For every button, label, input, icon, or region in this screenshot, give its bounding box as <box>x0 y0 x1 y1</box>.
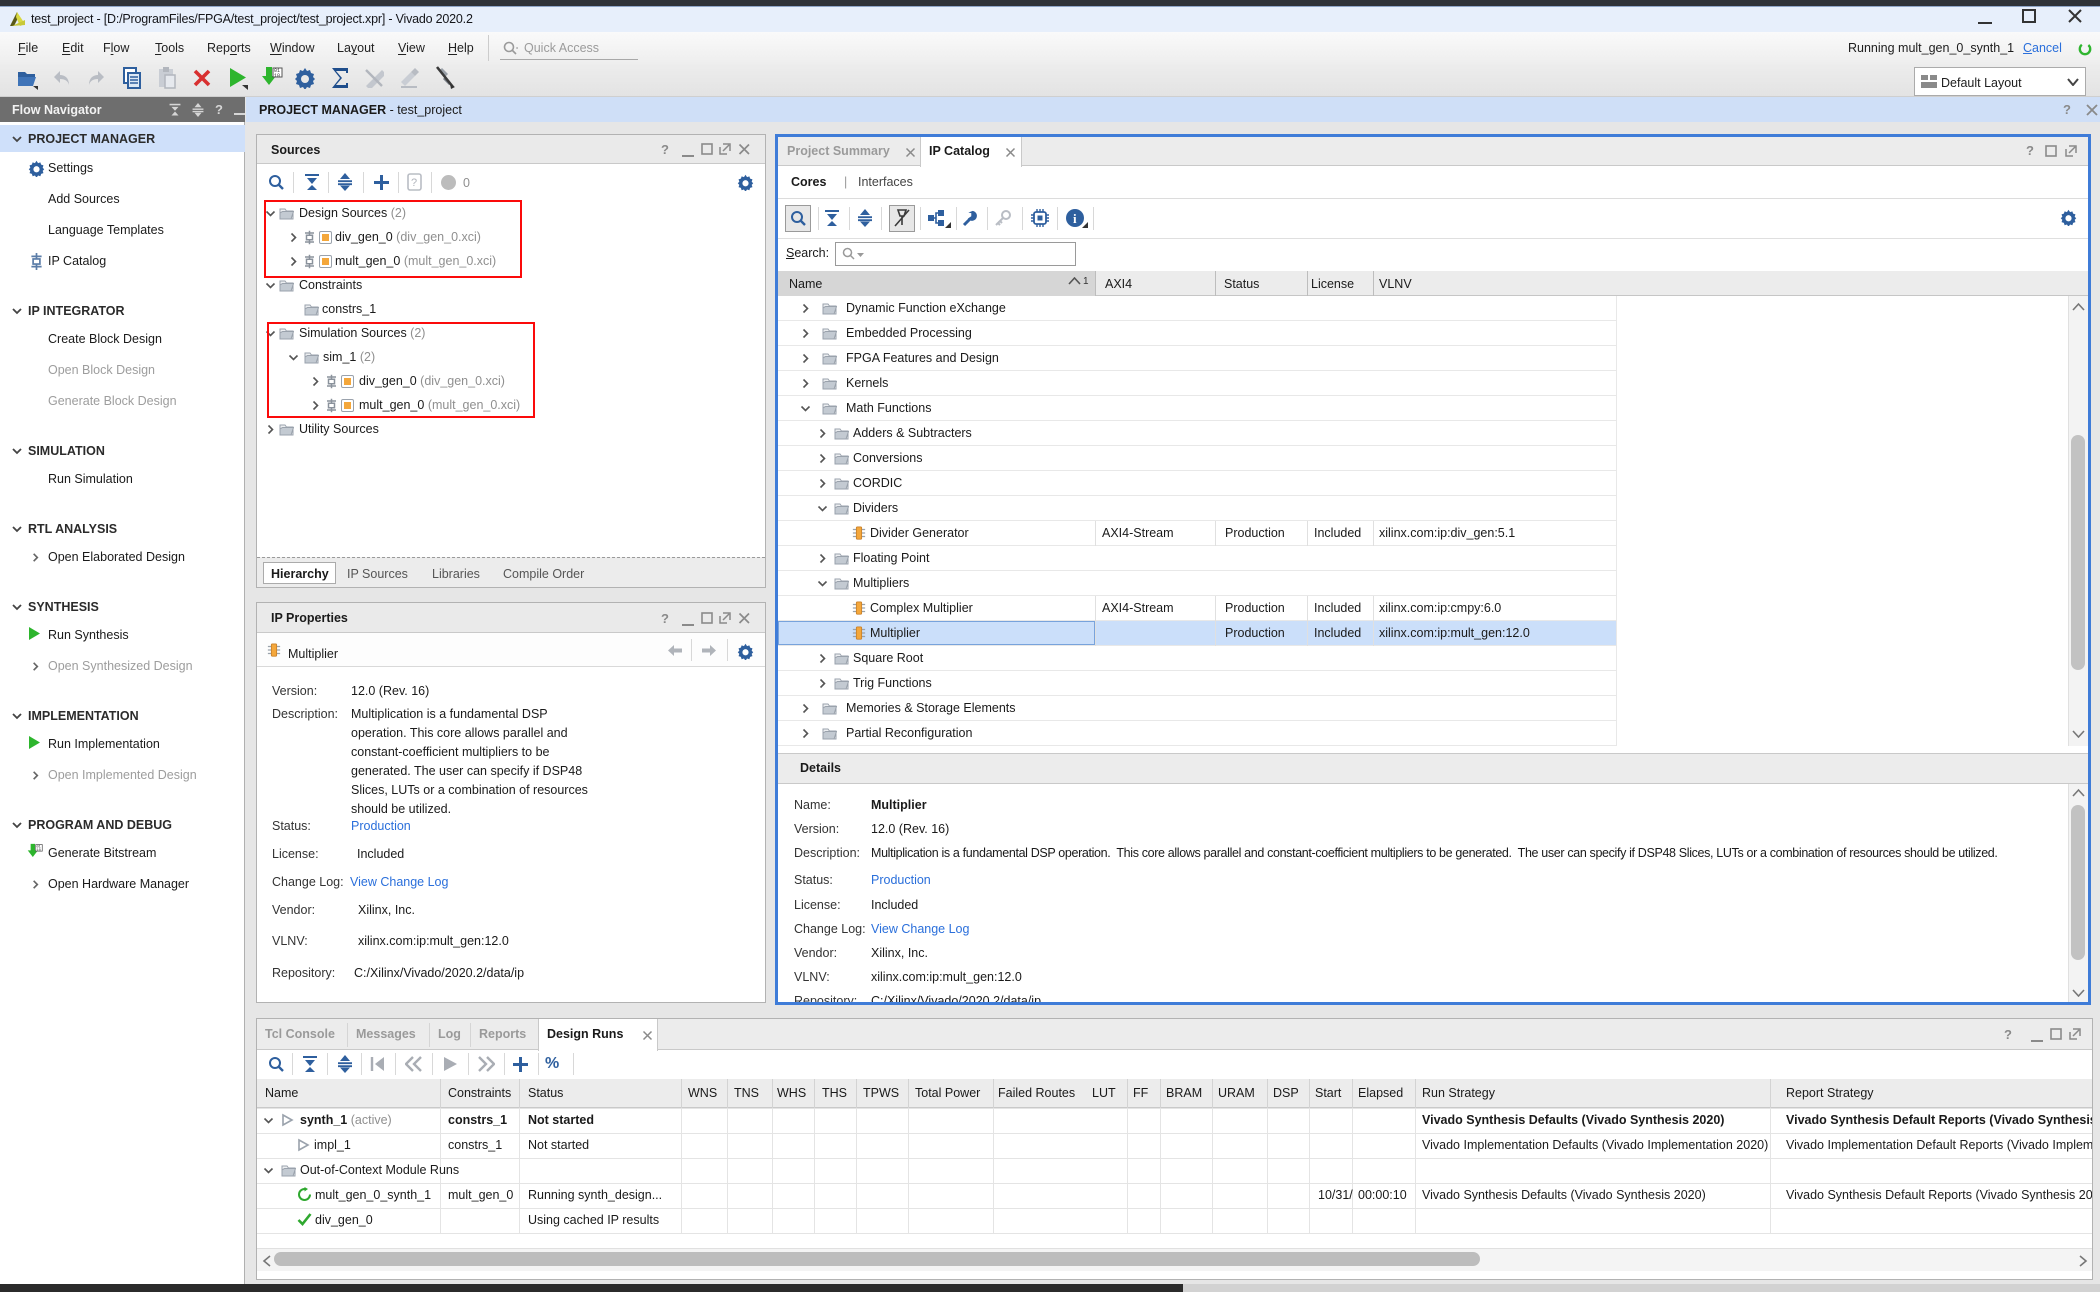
svg-text:10: 10 <box>274 73 280 79</box>
svg-text:?: ? <box>411 177 417 189</box>
svg-text:i: i <box>1073 211 1077 226</box>
svg-text:10: 10 <box>36 849 40 853</box>
